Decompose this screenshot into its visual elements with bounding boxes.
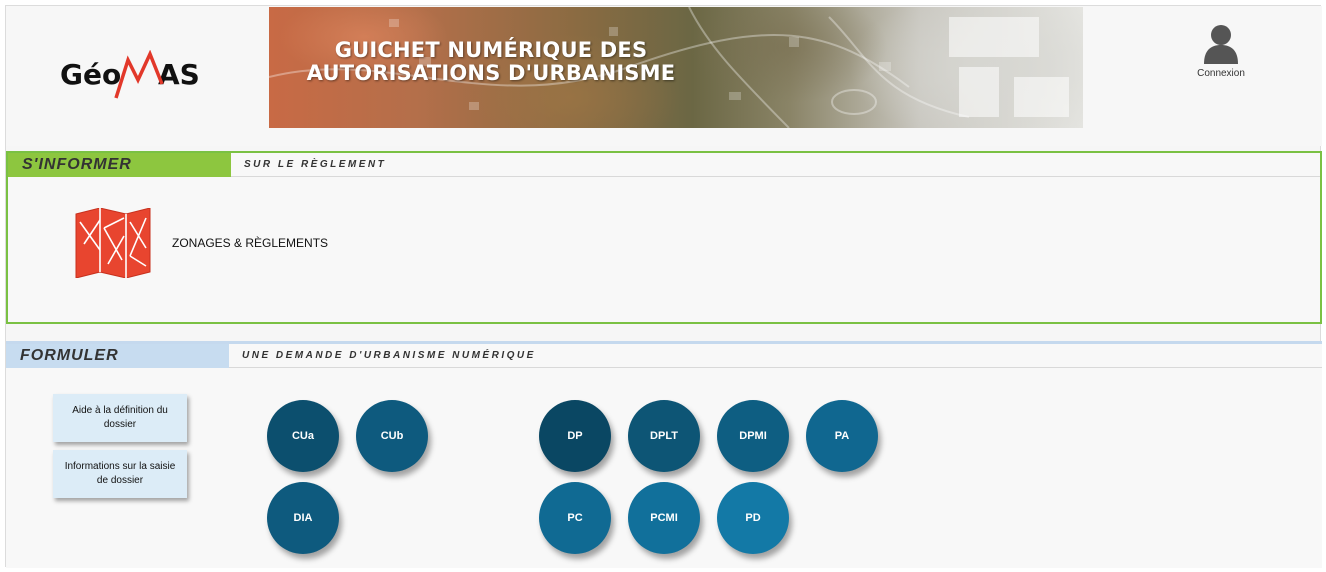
svg-text:AS: AS <box>158 58 200 91</box>
request-pcmi-button[interactable]: PCMI <box>628 482 700 554</box>
request-cua-button[interactable]: CUa <box>267 400 339 472</box>
banner-title: GUICHET NUMÉRIQUE DES AUTORISATIONS D'UR… <box>301 39 681 85</box>
zonage-label: ZONAGES & RÈGLEMENTS <box>172 236 329 250</box>
banner-aerial-image: GUICHET NUMÉRIQUE DES AUTORISATIONS D'UR… <box>269 7 1083 128</box>
request-dp-button[interactable]: DP <box>539 400 611 472</box>
svg-text:Géo: Géo <box>60 58 121 91</box>
informer-header: S'INFORMER SUR LE RÈGLEMENT <box>8 153 1320 177</box>
geomas-logo[interactable]: Géo AS <box>58 50 218 102</box>
request-cub-button[interactable]: CUb <box>356 400 428 472</box>
map-icon <box>75 208 151 278</box>
informer-tab: S'INFORMER <box>8 153 231 177</box>
zonage-reglements-link[interactable]: ZONAGES & RÈGLEMENTS <box>74 208 328 278</box>
formuler-tab: FORMULER <box>6 344 229 368</box>
formuler-section: FORMULER UNE DEMANDE D'URBANISME NUMÉRIQ… <box>6 341 1322 568</box>
connexion-label: Connexion <box>1197 68 1245 79</box>
banner-title-line2: AUTORISATIONS D'URBANISME <box>306 61 676 85</box>
aide-definition-button[interactable]: Aide à la définition du dossier <box>53 394 187 442</box>
banner-title-line1: GUICHET NUMÉRIQUE DES <box>334 38 648 62</box>
geomas-logo-mark: Géo AS <box>60 50 200 99</box>
header: Géo AS GUICHET NUMÉRIQUE DES AUTORISATIO… <box>6 6 1322 146</box>
page-frame: Géo AS GUICHET NUMÉRIQUE DES AUTORISATIO… <box>5 5 1322 568</box>
informer-section: S'INFORMER SUR LE RÈGLEMENT ZONAGES & RÈ… <box>6 151 1322 324</box>
request-dplt-button[interactable]: DPLT <box>628 400 700 472</box>
informations-saisie-button[interactable]: Informations sur la saisie de dossier <box>53 450 187 498</box>
formuler-subtitle: UNE DEMANDE D'URBANISME NUMÉRIQUE <box>242 350 536 361</box>
request-dpmi-button[interactable]: DPMI <box>717 400 789 472</box>
request-pd-button[interactable]: PD <box>717 482 789 554</box>
request-pc-button[interactable]: PC <box>539 482 611 554</box>
informer-subtitle: SUR LE RÈGLEMENT <box>244 159 387 170</box>
formuler-header: FORMULER UNE DEMANDE D'URBANISME NUMÉRIQ… <box>6 344 1322 368</box>
request-pa-button[interactable]: PA <box>806 400 878 472</box>
connexion-button[interactable]: Connexion <box>1186 24 1256 94</box>
request-dia-button[interactable]: DIA <box>267 482 339 554</box>
user-icon <box>1204 25 1238 64</box>
